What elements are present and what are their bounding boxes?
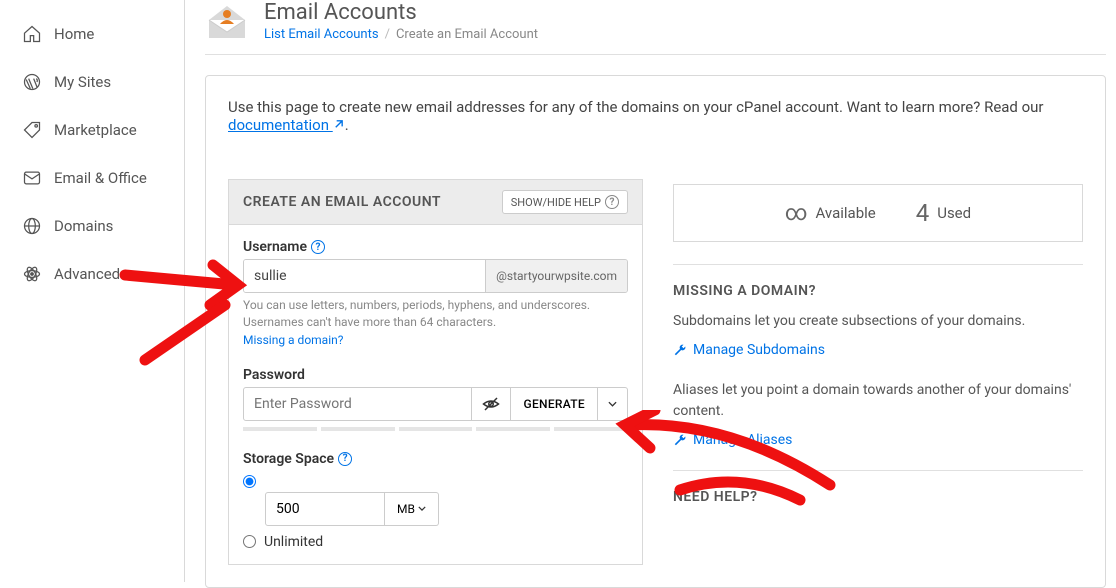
- sidebar-item-label: My Sites: [54, 73, 111, 91]
- page-title: Email Accounts: [264, 0, 538, 25]
- intro-text: Use this page to create new email addres…: [228, 98, 1083, 134]
- storage-unlimited-radio[interactable]: [243, 535, 256, 548]
- missing-domain-title: MISSING A DOMAIN?: [673, 264, 1083, 299]
- generate-dropdown-button[interactable]: [598, 387, 628, 421]
- caret-down-icon: [608, 401, 617, 407]
- home-icon: [22, 24, 42, 44]
- eye-slash-icon: [482, 395, 500, 413]
- password-strength-meter: [243, 427, 628, 431]
- content-card: Use this page to create new email addres…: [205, 75, 1106, 588]
- sidebar-item-advanced[interactable]: Advanced: [0, 250, 184, 298]
- alias-text: Aliases let you point a domain towards a…: [673, 380, 1083, 422]
- used-stat: 4 Used: [916, 199, 971, 227]
- help-icon[interactable]: ?: [338, 452, 352, 466]
- atom-icon: [22, 264, 42, 284]
- stats-box: ∞ Available 4 Used: [673, 184, 1083, 242]
- available-stat: ∞ Available: [785, 201, 876, 226]
- show-hide-help-button[interactable]: SHOW/HIDE HELP ?: [502, 190, 628, 214]
- storage-custom-radio[interactable]: [243, 475, 256, 488]
- globe-icon: [22, 216, 42, 236]
- username-input[interactable]: [244, 260, 485, 292]
- external-link-icon: [333, 116, 345, 128]
- password-label: Password: [243, 367, 628, 383]
- sidebar-item-label: Domains: [54, 217, 113, 235]
- infinity-icon: ∞: [785, 201, 808, 226]
- mail-icon: [22, 168, 42, 188]
- breadcrumb-separator: /: [385, 27, 390, 42]
- breadcrumb-link[interactable]: List Email Accounts: [264, 27, 379, 42]
- username-help-text: You can use letters, numbers, periods, h…: [243, 297, 628, 331]
- domain-selector[interactable]: @startyourwpsite.com: [485, 260, 627, 292]
- sidebar-item-mysites[interactable]: My Sites: [0, 58, 184, 106]
- sidebar-item-label: Home: [54, 25, 94, 43]
- toggle-password-visibility-button[interactable]: [472, 387, 511, 421]
- manage-subdomains-link[interactable]: Manage Subdomains: [673, 342, 1083, 358]
- breadcrumb: List Email Accounts / Create an Email Ac…: [264, 27, 538, 42]
- sidebar-item-home[interactable]: Home: [0, 10, 184, 58]
- tag-icon: [22, 120, 42, 140]
- sidebar-item-domains[interactable]: Domains: [0, 202, 184, 250]
- need-help-title: NEED HELP?: [673, 470, 1083, 505]
- documentation-link[interactable]: documentation: [228, 116, 345, 134]
- storage-unit-selector[interactable]: MB: [385, 492, 439, 526]
- panel-title: CREATE AN EMAIL ACCOUNT: [243, 194, 441, 210]
- sidebar-item-marketplace[interactable]: Marketplace: [0, 106, 184, 154]
- storage-label: Storage Space ?: [243, 451, 628, 467]
- page-header: Email Accounts List Email Accounts / Cre…: [205, 0, 1106, 55]
- main-content: Email Accounts List Email Accounts / Cre…: [185, 0, 1116, 582]
- email-accounts-icon: [205, 0, 249, 44]
- help-icon[interactable]: ?: [311, 240, 325, 254]
- wordpress-icon: [22, 72, 42, 92]
- breadcrumb-current: Create an Email Account: [396, 27, 538, 42]
- username-label: Username ?: [243, 239, 628, 255]
- sidebar: Home My Sites Marketplace Email & Office…: [0, 0, 185, 582]
- create-account-panel: CREATE AN EMAIL ACCOUNT SHOW/HIDE HELP ?…: [228, 179, 643, 565]
- caret-down-icon: [418, 506, 426, 511]
- generate-password-button[interactable]: GENERATE: [511, 387, 598, 421]
- wrench-icon: [673, 343, 687, 357]
- password-input[interactable]: [243, 387, 472, 421]
- panel-header: CREATE AN EMAIL ACCOUNT SHOW/HIDE HELP ?: [229, 180, 642, 225]
- storage-size-input[interactable]: [265, 492, 385, 526]
- manage-aliases-link[interactable]: Manage Aliases: [673, 432, 1083, 448]
- sidebar-item-label: Email & Office: [54, 169, 147, 187]
- missing-domain-link[interactable]: Missing a domain?: [243, 333, 628, 347]
- help-icon: ?: [605, 195, 619, 209]
- unlimited-label: Unlimited: [264, 534, 323, 550]
- wrench-icon: [673, 433, 687, 447]
- sidebar-item-label: Advanced: [54, 265, 120, 283]
- sidebar-item-label: Marketplace: [54, 121, 137, 139]
- subdomain-text: Subdomains let you create subsections of…: [673, 311, 1083, 332]
- sidebar-item-email[interactable]: Email & Office: [0, 154, 184, 202]
